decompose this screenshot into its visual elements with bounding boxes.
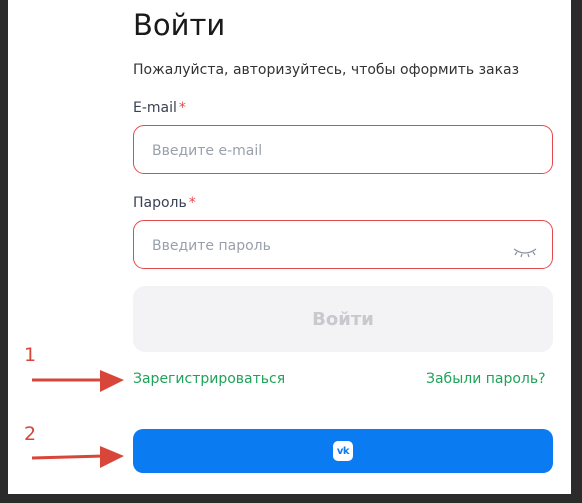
register-link[interactable]: Зарегистрироваться bbox=[133, 371, 285, 387]
annotation-number-1: 1 bbox=[24, 344, 37, 366]
vk-login-button[interactable]: vk bbox=[133, 429, 553, 473]
vk-logo-icon: vk bbox=[333, 441, 353, 461]
email-field[interactable] bbox=[133, 125, 553, 175]
forgot-password-link[interactable]: Забыли пароль? bbox=[426, 371, 546, 387]
page-subtitle: Пожалуйста, авторизуйтесь, чтобы оформит… bbox=[133, 62, 520, 78]
password-field[interactable] bbox=[133, 220, 553, 270]
required-mark: * bbox=[178, 100, 186, 116]
email-label-text: E-mail bbox=[133, 100, 177, 116]
annotation-arrow-1-icon bbox=[32, 370, 124, 392]
eye-closed-icon[interactable] bbox=[512, 245, 538, 259]
password-label-text: Пароль bbox=[133, 195, 187, 211]
required-mark: * bbox=[188, 195, 196, 211]
email-input[interactable] bbox=[150, 126, 514, 175]
login-button[interactable]: Войти bbox=[133, 286, 553, 352]
password-label: Пароль * bbox=[133, 195, 196, 211]
email-label: E-mail * bbox=[133, 100, 186, 116]
annotation-arrow-2-icon bbox=[31, 446, 124, 468]
password-input[interactable] bbox=[150, 221, 514, 270]
page-title: Войти bbox=[133, 8, 226, 42]
